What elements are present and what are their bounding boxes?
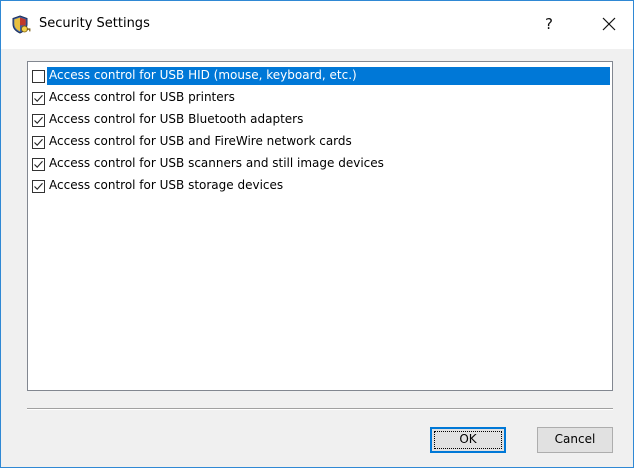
list-item-label: Access control for USB storage devices	[49, 178, 284, 192]
list-item-label: Access control for USB HID (mouse, keybo…	[47, 67, 610, 85]
button-separator	[27, 408, 613, 410]
list-item[interactable]: Access control for USB storage devices	[30, 176, 610, 196]
list-item[interactable]: Access control for USB and FireWire netw…	[30, 132, 610, 152]
checkbox[interactable]	[32, 179, 45, 193]
checkmark-icon	[34, 160, 43, 168]
list-item[interactable]: Access control for USB printers	[30, 88, 610, 108]
list-item-label: Access control for USB scanners and stil…	[49, 156, 384, 170]
close-button[interactable]	[595, 10, 623, 38]
list-item[interactable]: Access control for USB HID (mouse, keybo…	[30, 66, 610, 86]
checkbox[interactable]	[32, 69, 45, 83]
focus-ring	[434, 431, 502, 449]
list-item-label: Access control for USB Bluetooth adapter…	[49, 112, 304, 126]
ok-button[interactable]: OK	[430, 427, 506, 453]
checkbox[interactable]	[32, 135, 45, 149]
security-settings-dialog: Security Settings ? Access control for U…	[0, 0, 634, 468]
checkmark-icon	[34, 94, 43, 102]
device-class-list[interactable]: Access control for USB HID (mouse, keybo…	[27, 61, 613, 391]
help-button[interactable]: ?	[536, 11, 562, 37]
title-bar[interactable]: Security Settings ?	[1, 1, 633, 49]
checkbox[interactable]	[32, 113, 45, 127]
cancel-button[interactable]: Cancel	[537, 427, 613, 453]
list-item-label: Access control for USB printers	[49, 90, 235, 104]
checkmark-icon	[34, 116, 43, 124]
window-title: Security Settings	[39, 16, 150, 31]
checkmark-icon	[34, 182, 43, 190]
checkbox[interactable]	[32, 91, 45, 105]
shield-key-icon	[11, 15, 31, 35]
list-item[interactable]: Access control for USB Bluetooth adapter…	[30, 110, 610, 130]
checkmark-icon	[34, 138, 43, 146]
close-icon	[595, 17, 623, 42]
list-item-label: Access control for USB and FireWire netw…	[49, 134, 352, 148]
cancel-button-label: Cancel	[554, 432, 596, 446]
checkbox[interactable]	[32, 157, 45, 171]
list-item[interactable]: Access control for USB scanners and stil…	[30, 154, 610, 174]
